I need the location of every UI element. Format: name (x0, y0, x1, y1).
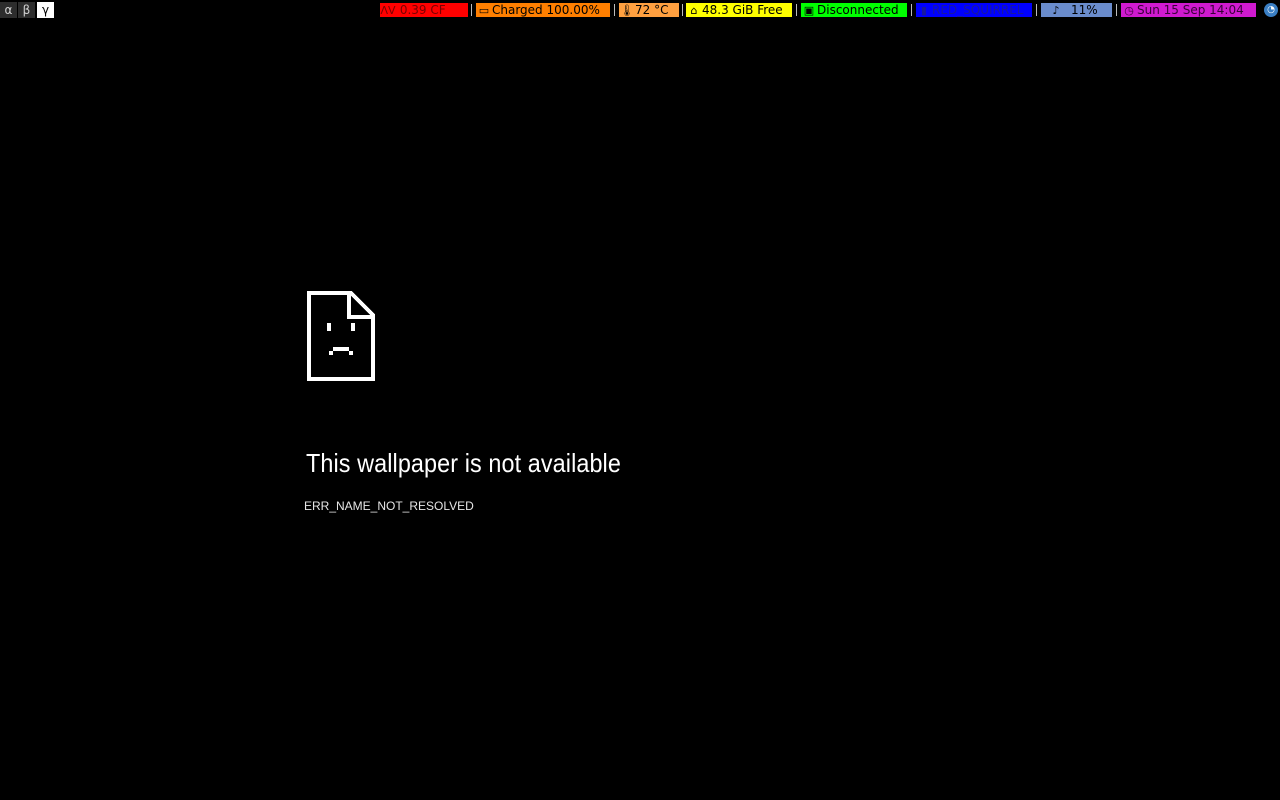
error-code: ERR_NAME_NOT_RESOLVED (304, 499, 474, 513)
clock-block[interactable]: ◷ Sun 15 Sep 14:04 (1121, 3, 1256, 17)
bar-separator (911, 4, 912, 16)
clock-icon: ◷ (1124, 4, 1134, 17)
signal-bars-icon: ▮ (920, 4, 928, 17)
cpu-load-text: 0.39 CF (396, 3, 446, 17)
volume-text: 11% (1071, 3, 1098, 17)
bar-separator (1116, 4, 1117, 16)
error-title: This wallpaper is not available (306, 448, 621, 478)
disk-block[interactable]: ⌂ 48.3 GiB Free (686, 3, 792, 17)
temperature-block[interactable]: 🌡72 °C (619, 3, 679, 17)
bar-separator (796, 4, 797, 16)
disk-text: 48.3 GiB Free (702, 3, 783, 17)
music-note-icon: ♪ (1052, 4, 1060, 17)
monitor-icon: ▣ (803, 4, 815, 17)
pulse-icon: ᐱᐯ (380, 4, 396, 17)
bar-separator (471, 4, 472, 16)
battery-icon: ▭ (478, 4, 490, 17)
workspace-1[interactable]: α (0, 2, 17, 18)
network-block[interactable]: ▣ Disconnected (801, 3, 907, 17)
network-text: Disconnected (817, 3, 899, 17)
battery-text: Charged 100.00% (492, 3, 600, 17)
thermometer-icon: 🌡 (620, 4, 634, 17)
wifi-block[interactable]: ▮ RED_SQUIRREL (916, 3, 1032, 17)
workspace-3[interactable]: γ (37, 2, 54, 18)
bar-separator (1036, 4, 1037, 16)
workspace-2[interactable]: β (18, 2, 35, 18)
top-status-bar: α β γ ᐱᐯ 0.39 CF ▭ Charged 100.00% 🌡72 °C… (0, 0, 1280, 20)
cpu-load-block[interactable]: ᐱᐯ 0.39 CF (380, 3, 468, 17)
bar-separator (614, 4, 615, 16)
battery-block[interactable]: ▭ Charged 100.00% (476, 3, 610, 17)
temperature-text: 72 °C (635, 3, 669, 17)
bar-separator (682, 4, 683, 16)
tray-app-icon[interactable]: ◔ (1264, 3, 1278, 17)
sad-document-icon (307, 291, 375, 385)
home-icon: ⌂ (690, 4, 698, 17)
clock-text: Sun 15 Sep 14:04 (1137, 3, 1244, 17)
volume-block[interactable]: ♪ 11% (1041, 3, 1112, 17)
wifi-text: RED_SQUIRREL (932, 3, 1024, 17)
